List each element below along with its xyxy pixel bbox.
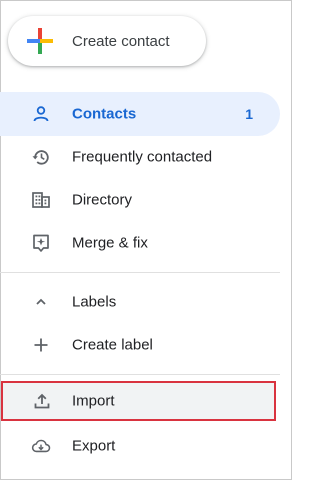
sidebar-item-label: Create label	[72, 336, 153, 354]
sidebar-item-directory[interactable]: Directory	[0, 178, 280, 222]
import-button[interactable]: Import	[1, 381, 276, 421]
sidebar-item-label: Merge & fix	[72, 234, 148, 252]
sidebar-item-merge-fix[interactable]: Merge & fix	[0, 221, 280, 265]
merge-fix-icon	[31, 233, 51, 253]
sidebar-item-label: Export	[72, 437, 116, 455]
sidebar-item-contacts[interactable]: Contacts 1	[0, 92, 280, 136]
export-button[interactable]: Export	[0, 424, 280, 468]
section-divider	[0, 272, 280, 273]
sidebar-item-label: Frequently contacted	[72, 148, 213, 166]
upload-icon	[32, 391, 52, 411]
sidebar-item-label: Import	[72, 392, 115, 410]
create-label-button[interactable]: Create label	[0, 323, 280, 367]
building-icon	[31, 190, 51, 210]
plus-icon	[31, 335, 51, 355]
history-icon	[31, 147, 51, 167]
multicolor-plus-icon	[26, 27, 54, 55]
sidebar-item-label: Contacts	[72, 105, 137, 123]
create-contact-label: Create contact	[72, 32, 170, 50]
labels-section-toggle[interactable]: Labels	[0, 280, 280, 324]
section-divider	[0, 374, 280, 375]
person-icon	[31, 104, 51, 124]
create-contact-button[interactable]: Create contact	[8, 16, 206, 66]
sidebar-item-frequently-contacted[interactable]: Frequently contacted	[0, 135, 280, 179]
sidebar-item-label: Directory	[72, 191, 133, 209]
contacts-count-badge: 1	[245, 106, 253, 122]
labels-heading: Labels	[72, 293, 117, 311]
chevron-up-icon	[31, 292, 51, 312]
cloud-download-icon	[31, 436, 51, 456]
